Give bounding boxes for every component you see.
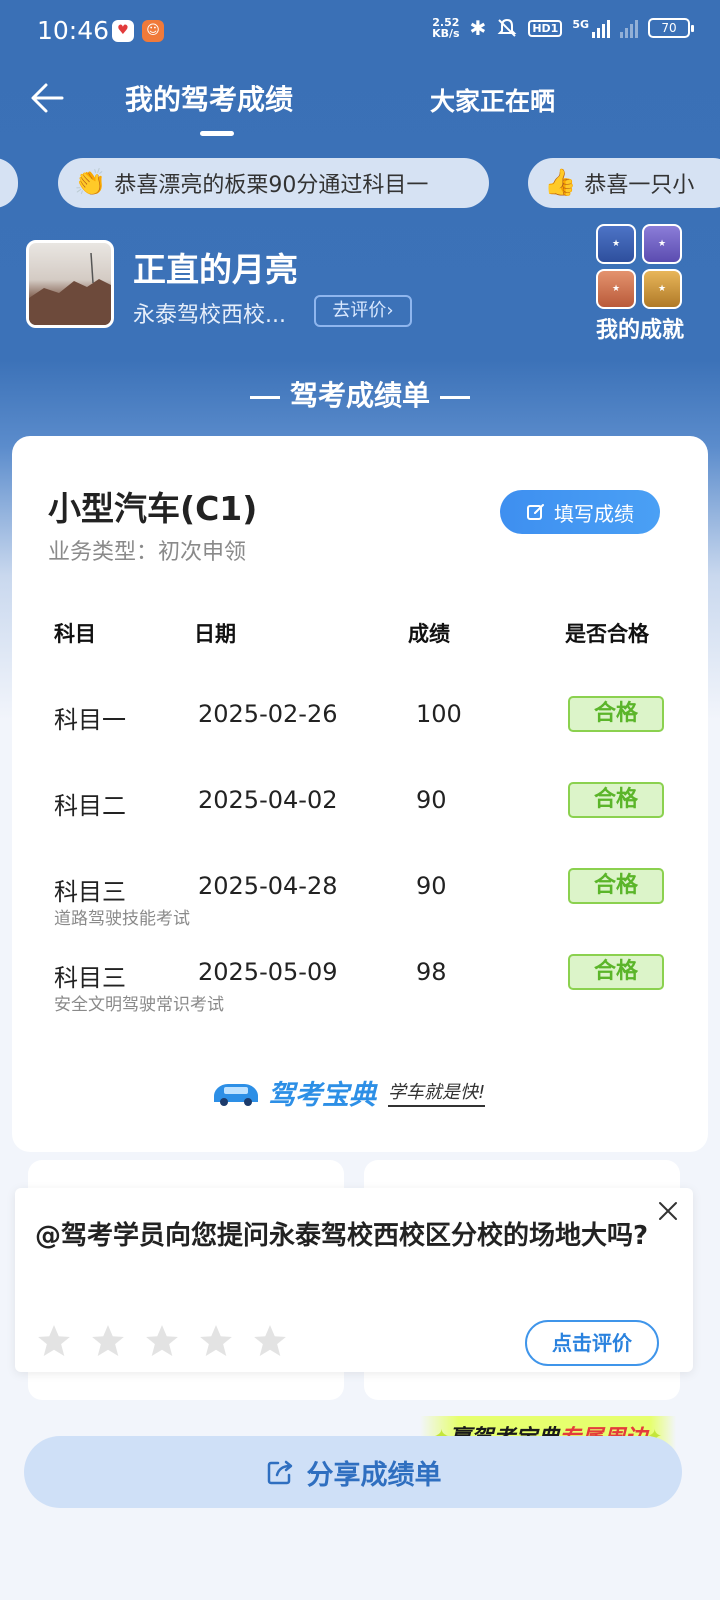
rate-button[interactable]: 点击评价 <box>525 1320 659 1366</box>
active-tab-indicator <box>200 131 234 136</box>
ticker-text: 恭喜一只小 <box>584 173 695 198</box>
business-type: 业务类型：初次申领 <box>48 540 247 565</box>
pass-badge: 合格 <box>568 782 664 818</box>
date-cell: 2025-02-26 <box>198 700 338 728</box>
ticker-item[interactable]: 👍 恭喜一只小 <box>528 158 720 208</box>
table-row: 科目三 2025-05-09 98 合格 安全文明驾驶常识考试 <box>12 954 708 1018</box>
bluetooth-icon: ✱ <box>469 16 487 40</box>
school-name: 永泰驾校西校... <box>133 303 286 328</box>
tab-everyone-sharing[interactable]: 大家正在晒 <box>430 82 555 118</box>
badge-icon: ★ <box>642 269 682 309</box>
chevron-right-icon: › <box>386 300 394 321</box>
subject-cell: 科目三 <box>54 964 126 992</box>
date-cell: 2025-05-09 <box>198 958 338 986</box>
star-icon[interactable] <box>197 1322 235 1360</box>
subject-cell: 科目一 <box>54 706 126 734</box>
avatar[interactable] <box>26 240 114 328</box>
clap-icon: 👏 <box>74 168 107 198</box>
signal-icon-secondary <box>620 18 638 38</box>
table-row: 科目一 2025-02-26 100 合格 <box>12 696 708 760</box>
share-icon <box>267 1460 292 1485</box>
header-score: 成绩 <box>408 622 450 646</box>
pass-badge: 合格 <box>568 696 664 732</box>
hd-badge: HD1 <box>528 19 563 37</box>
star-icon[interactable] <box>251 1322 289 1360</box>
section-title: 驾考成绩单 <box>0 374 720 414</box>
header-subject: 科目 <box>54 622 96 646</box>
score-cell: 100 <box>416 700 462 728</box>
ticker-text: 恭喜漂亮的板栗90分通过科目一 <box>114 173 429 198</box>
subject-note: 道路驾驶技能考试 <box>54 909 190 929</box>
review-button[interactable]: 去评价› <box>314 295 412 327</box>
date-cell: 2025-04-02 <box>198 786 338 814</box>
table-row: 科目三 2025-04-28 90 合格 道路驾驶技能考试 <box>12 868 708 932</box>
close-icon[interactable] <box>657 1200 679 1222</box>
question-popup: @驾考学员向您提问永泰驾校西校区分校的场地大吗? 点击评价 <box>15 1188 693 1372</box>
question-text: @驾考学员向您提问永泰驾校西校区分校的场地大吗? <box>35 1221 649 1251</box>
badge-icon: ★ <box>596 269 636 309</box>
star-rating[interactable] <box>35 1322 289 1360</box>
score-cell: 90 <box>416 872 447 900</box>
net-speed: 2.52 KB/s <box>432 16 460 40</box>
share-button[interactable]: 分享成绩单 <box>24 1436 682 1508</box>
status-bar: 10:46 ♥ ☺ 2.52 KB/s ✱ HD1 5G 70 <box>0 0 720 64</box>
ticker-item[interactable]: 👏 恭喜漂亮的板栗90分通过科目一 <box>58 158 489 208</box>
car-icon <box>214 1084 258 1106</box>
achievements-label[interactable]: 我的成就 <box>596 312 684 344</box>
pass-badge: 合格 <box>568 954 664 990</box>
star-icon[interactable] <box>35 1322 73 1360</box>
date-cell: 2025-04-28 <box>198 872 338 900</box>
brand-name: 驾考宝典 <box>268 1079 376 1111</box>
tab-my-scores[interactable]: 我的驾考成绩 <box>125 78 293 118</box>
badge-icon: ★ <box>642 224 682 264</box>
edit-icon <box>527 504 544 520</box>
user-name: 正直的月亮 <box>133 250 298 289</box>
score-cell: 98 <box>416 958 447 986</box>
star-icon[interactable] <box>89 1322 127 1360</box>
status-icons: 2.52 KB/s ✱ HD1 5G 70 <box>432 16 694 40</box>
fill-score-button[interactable]: 填写成绩 <box>500 490 660 534</box>
license-type: 小型汽车(C1) <box>48 489 258 528</box>
subject-cell: 科目二 <box>54 792 126 820</box>
back-arrow-icon[interactable] <box>28 78 68 118</box>
brand-logo: 驾考宝典 学车就是快! <box>210 1070 486 1114</box>
notification-app-icon: ♥ <box>112 20 134 42</box>
pass-badge: 合格 <box>568 868 664 904</box>
header-date: 日期 <box>194 622 236 646</box>
mute-bell-icon <box>497 18 517 37</box>
thumbs-up-icon: 👍 <box>544 168 577 198</box>
notification-app-icon-2: ☺ <box>142 20 164 42</box>
subject-note: 安全文明驾驶常识考试 <box>54 995 224 1015</box>
achievement-badges[interactable]: ★ ★ ★ ★ <box>596 224 684 310</box>
badge-icon: ★ <box>596 224 636 264</box>
subject-cell: 科目三 <box>54 878 126 906</box>
score-card: 小型汽车(C1) 业务类型：初次申领 填写成绩 科目 日期 成绩 是否合格 科目… <box>12 436 708 1152</box>
battery-icon: 70 <box>648 18 694 38</box>
status-time: 10:46 <box>37 16 110 45</box>
brand-slogan: 学车就是快! <box>388 1078 486 1107</box>
score-cell: 90 <box>416 786 447 814</box>
star-icon[interactable] <box>143 1322 181 1360</box>
table-row: 科目二 2025-04-02 90 合格 <box>12 782 708 846</box>
signal-5g: 5G <box>572 18 610 38</box>
header-passed: 是否合格 <box>565 622 649 646</box>
